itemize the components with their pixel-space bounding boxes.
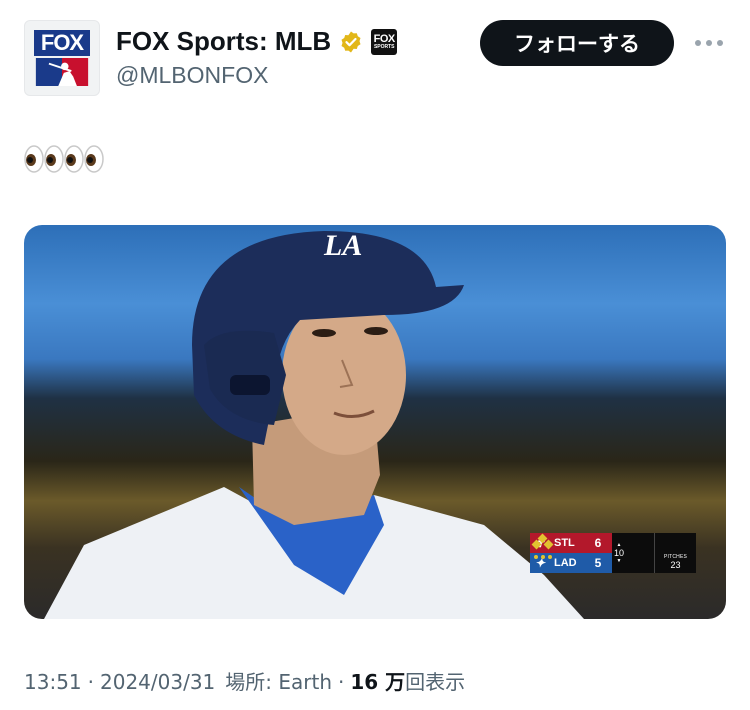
tweet-media-image[interactable]: LA ✝ STL 6 ✦ LAD 5 ▲ 10 ▼ PITCHES 23 — [24, 225, 726, 619]
avatar-fox-wordmark: FOX — [34, 30, 90, 56]
pitches-count: 23 — [670, 560, 681, 570]
tweet-date[interactable]: 2024/03/31 — [100, 670, 215, 694]
verified-badge-icon[interactable] — [339, 30, 363, 54]
home-team-score: 5 — [594, 556, 602, 570]
views-count[interactable]: 16 万 — [350, 666, 405, 695]
bases-diamond-icon — [531, 533, 554, 559]
more-options-button[interactable] — [692, 30, 726, 56]
svg-text:LA: LA — [323, 229, 362, 262]
follow-button[interactable]: フォローする — [480, 20, 674, 66]
author-name-row: FOX Sports: MLB FOX SPORTS — [116, 26, 398, 57]
author-avatar[interactable]: FOX — [24, 20, 100, 96]
meta-separator: · — [87, 670, 94, 694]
org-badge-subtext: SPORTS — [373, 43, 395, 50]
more-dots-icon — [695, 40, 723, 46]
away-team-score: 6 — [594, 536, 602, 550]
scorebug: ✝ STL 6 ✦ LAD 5 ▲ 10 ▼ PITCHES 23 — [530, 533, 696, 573]
eyes-emoji-icon — [64, 145, 104, 173]
inning-bottom-arrow-icon: ▼ — [616, 558, 622, 564]
scorebug-bases — [531, 533, 654, 573]
tweet-location: 場所: Earth — [225, 670, 333, 694]
views-label: 回表示 — [405, 670, 466, 694]
mlb-logo-icon — [35, 58, 89, 86]
org-badge-text: FOX — [373, 32, 396, 45]
tweet-time[interactable]: 13:51 — [24, 670, 82, 694]
tweet-meta: 13:51 · 2024/03/31 場所: Earth · 16 万 回表示 — [24, 666, 465, 695]
inning-number: 10 — [613, 548, 624, 558]
eyes-emoji-icon — [24, 145, 64, 173]
tweet-text — [24, 144, 104, 176]
author-handle[interactable]: @MLBONFOX — [116, 62, 268, 89]
scorebug-pitch-count: PITCHES 23 — [654, 533, 696, 573]
scorebug-inning: ▲ 10 ▼ — [612, 533, 626, 573]
org-affiliate-badge[interactable]: FOX SPORTS — [371, 28, 398, 55]
meta-separator: · — [338, 670, 345, 694]
author-display-name[interactable]: FOX Sports: MLB — [116, 26, 331, 57]
